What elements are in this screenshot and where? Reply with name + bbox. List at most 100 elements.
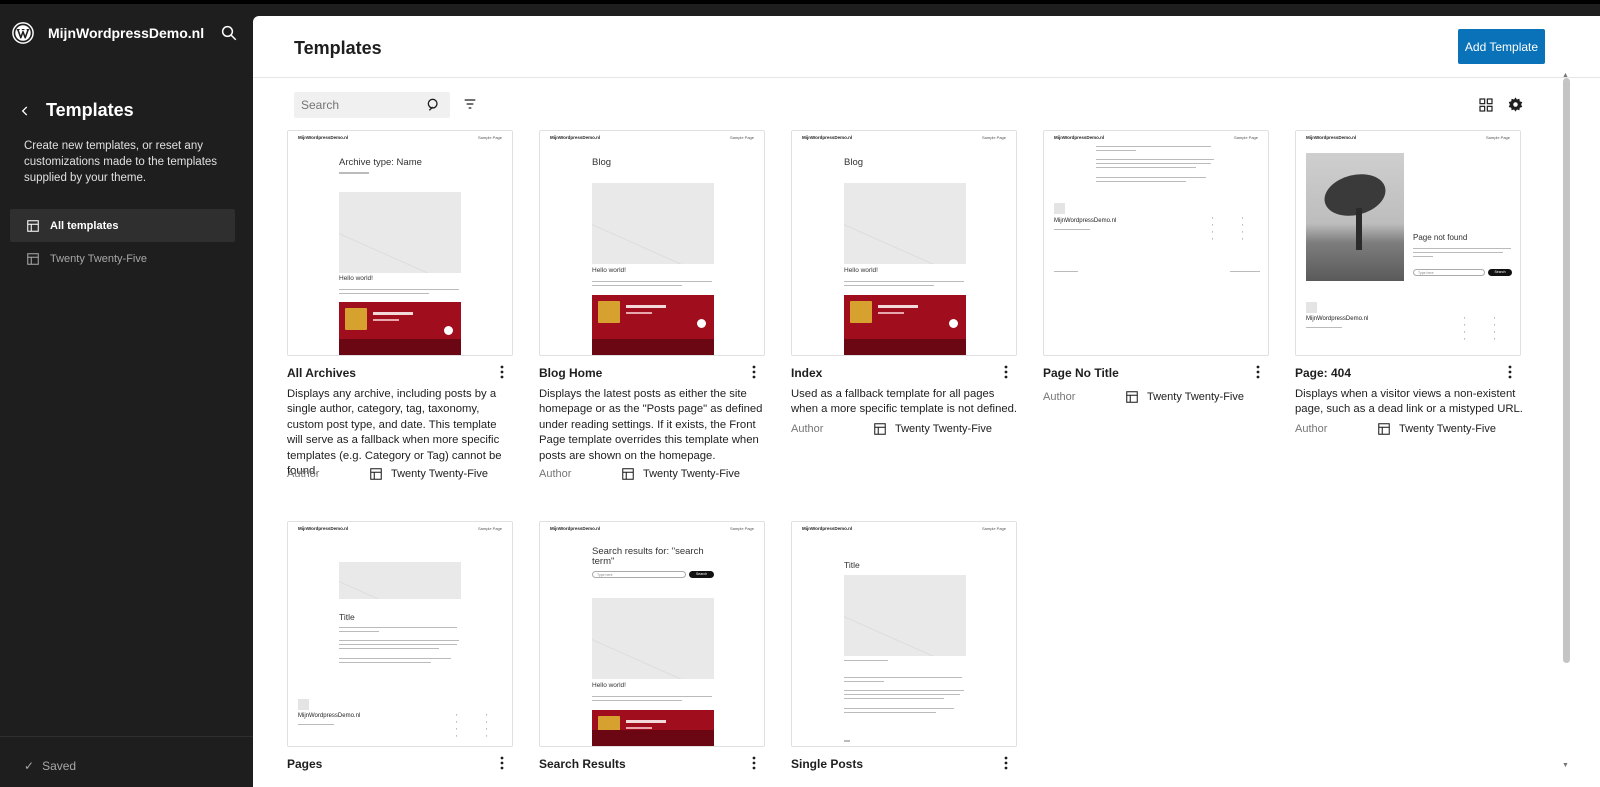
template-preview[interactable]: MijnWordpressDemo.nl Sample Page Archive… <box>287 130 513 356</box>
preview-logo-square <box>1054 203 1065 214</box>
more-vertical-icon[interactable] <box>1503 364 1517 380</box>
preview-text-line <box>844 690 964 691</box>
preview-text-line <box>339 658 451 659</box>
gear-icon[interactable] <box>1507 96 1524 113</box>
template-title[interactable]: Single Posts <box>791 757 863 771</box>
preview-logo-square <box>1306 302 1317 313</box>
layout-icon <box>370 468 382 480</box>
sidebar-item-twenty-twenty-five[interactable]: Twenty Twenty-Five <box>10 242 235 275</box>
chevron-left-icon[interactable] <box>18 104 32 118</box>
preview-text-line <box>339 289 459 290</box>
preview-heading: Blog <box>844 157 864 168</box>
preview-heading: Blog <box>592 157 612 168</box>
template-title[interactable]: Blog Home <box>539 366 602 380</box>
sidebar-divider <box>0 736 253 737</box>
search-icon[interactable] <box>426 97 442 113</box>
preview-text-line <box>1096 146 1211 147</box>
preview-text-line <box>844 281 964 282</box>
preview-site-title: MijnWordpressDemo.nl <box>298 526 349 531</box>
sidebar-title: Templates <box>46 100 134 120</box>
preview-nav: Sample Page <box>477 526 502 531</box>
filter-icon[interactable] <box>462 96 478 112</box>
preview-text-line <box>592 700 682 701</box>
template-preview[interactable]: MijnWordpressDemo.nl Sample Page MijnWor… <box>1043 130 1269 356</box>
preview-text-line <box>844 660 888 661</box>
preview-nav: Sample Page <box>981 526 1006 531</box>
preview-post-title: Hello world! <box>592 682 626 689</box>
sidebar-item-label: All templates <box>50 219 119 232</box>
preview-text-line <box>339 662 431 663</box>
templates-panel: Templates Add Template MijnWordpressDemo… <box>253 16 1600 787</box>
preview-search-field: Type here <box>1413 269 1485 276</box>
template-preview[interactable]: MijnWordpressDemo.nl Sample Page Title M… <box>287 521 513 747</box>
preview-heading: Page not found <box>1413 233 1468 242</box>
wordpress-logo[interactable] <box>12 22 34 44</box>
more-vertical-icon[interactable] <box>495 755 509 771</box>
preview-text-line <box>844 708 954 709</box>
preview-text-line <box>339 644 457 645</box>
template-title[interactable]: Pages <box>287 757 322 771</box>
template-preview[interactable]: MijnWordpressDemo.nl Sample Page Title <box>791 521 1017 747</box>
preview-text-line <box>592 696 712 697</box>
search-input[interactable] <box>294 92 419 118</box>
template-title[interactable]: Index <box>791 366 822 380</box>
add-template-button[interactable]: Add Template <box>1458 29 1545 64</box>
sidebar-item-all-templates[interactable]: All templates <box>10 209 235 242</box>
preview-site-title: MijnWordpressDemo.nl <box>802 135 853 140</box>
template-meta: Author Twenty Twenty-Five <box>287 467 488 481</box>
preview-heading: Search results for: "search term" <box>592 546 704 567</box>
preview-heading: Title <box>844 560 860 570</box>
preview-text-line <box>1413 248 1511 249</box>
layout-icon <box>622 468 634 480</box>
preview-text-line <box>844 285 934 286</box>
template-title[interactable]: Search Results <box>539 757 626 771</box>
template-preview[interactable]: MijnWordpressDemo.nl Sample Page Blog He… <box>539 130 765 356</box>
preview-nav: Sample Page <box>729 526 754 531</box>
preview-footer-site: MijnWordpressDemo.nl <box>1054 218 1117 224</box>
preview-text-line <box>339 627 457 628</box>
preview-nav: Sample Page <box>981 135 1006 140</box>
more-vertical-icon[interactable] <box>495 364 509 380</box>
theme-name: Twenty Twenty-Five <box>895 423 992 435</box>
preview-text-line <box>1096 167 1196 168</box>
more-vertical-icon[interactable] <box>747 364 761 380</box>
scrollbar-thumb[interactable] <box>1563 78 1570 663</box>
more-vertical-icon[interactable] <box>999 364 1013 380</box>
preview-text-line <box>844 694 960 695</box>
template-preview[interactable]: MijnWordpressDemo.nl Sample Page Page no… <box>1295 130 1521 356</box>
preview-footer-links: ▪ ▪ ▪ ▪ <box>486 713 488 738</box>
more-vertical-icon[interactable] <box>999 755 1013 771</box>
template-title[interactable]: Page: 404 <box>1295 366 1351 380</box>
site-name[interactable]: MijnWordpressDemo.nl <box>48 25 204 41</box>
preview-tree-image <box>1306 153 1404 281</box>
preview-image-placeholder <box>844 183 966 264</box>
template-title[interactable]: Page No Title <box>1043 366 1119 380</box>
template-title[interactable]: All Archives <box>287 366 356 380</box>
scroll-down-arrow[interactable]: ▼ <box>1562 762 1569 769</box>
preview-text-line <box>844 712 936 713</box>
site-header[interactable]: MijnWordpressDemo.nl <box>12 18 242 48</box>
preview-search-button: Search <box>1488 269 1512 276</box>
preview-footer-site: MijnWordpressDemo.nl <box>298 713 361 719</box>
preview-embed <box>844 295 966 355</box>
more-vertical-icon[interactable] <box>747 755 761 771</box>
template-preview[interactable]: MijnWordpressDemo.nl Sample Page Search … <box>539 521 765 747</box>
search-box[interactable] <box>294 92 450 118</box>
more-vertical-icon[interactable] <box>1251 364 1265 380</box>
preview-post-title: Hello world! <box>844 267 878 274</box>
preview-nav: Sample Page <box>477 135 502 140</box>
template-preview[interactable]: MijnWordpressDemo.nl Sample Page Blog He… <box>791 130 1017 356</box>
preview-text-line <box>1096 177 1206 178</box>
back-to-design[interactable]: Templates <box>18 100 134 121</box>
preview-text-line <box>844 677 962 678</box>
author-label: Author <box>1295 423 1328 435</box>
preview-site-title: MijnWordpressDemo.nl <box>550 135 601 140</box>
save-status: ✓ Saved <box>24 759 76 773</box>
author-label: Author <box>539 468 572 480</box>
template-description: Displays any archive, including posts by… <box>287 388 502 478</box>
preview-site-title: MijnWordpressDemo.nl <box>298 135 349 140</box>
search-icon[interactable] <box>220 24 238 42</box>
preview-post-title: Hello world! <box>339 275 373 282</box>
grid-view-icon[interactable] <box>1478 97 1494 113</box>
page-title: Templates <box>294 38 382 58</box>
